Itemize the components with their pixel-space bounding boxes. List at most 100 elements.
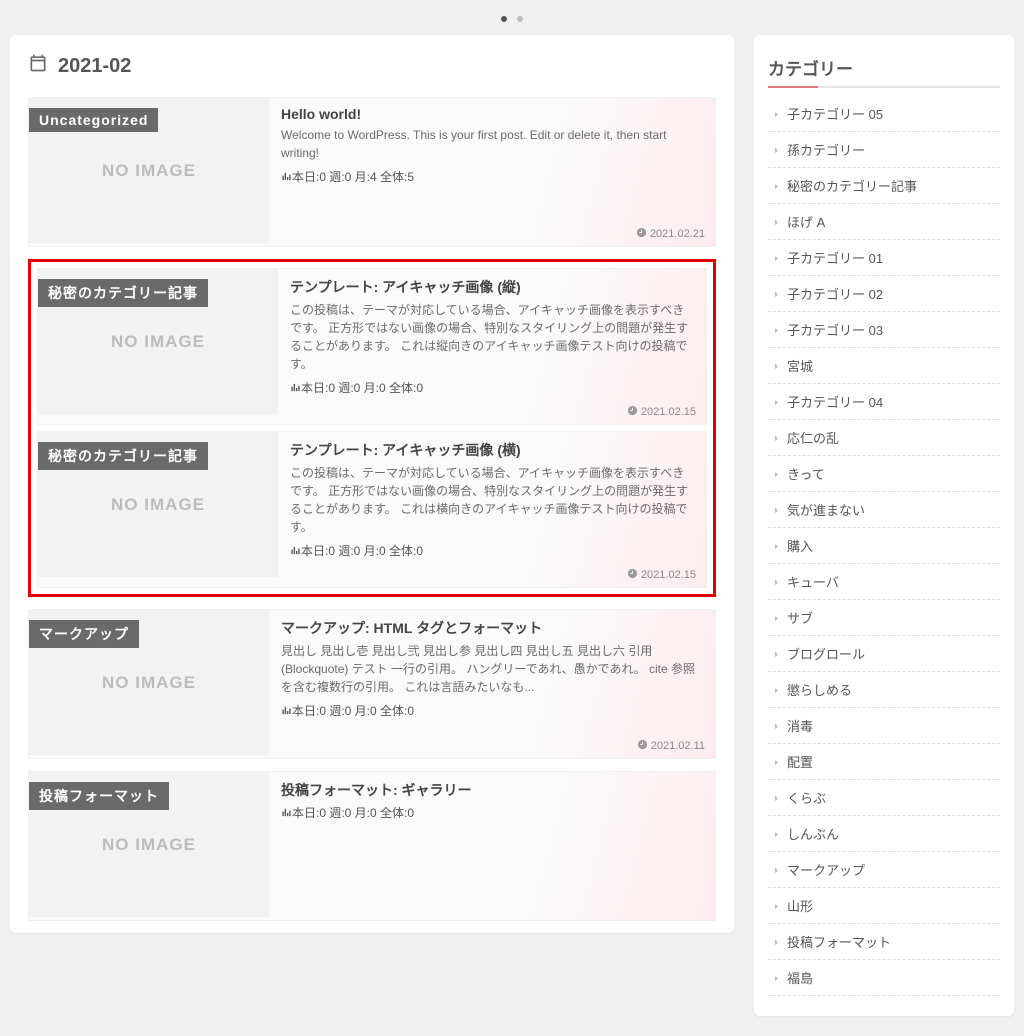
post-body: 投稿フォーマット: ギャラリー本日:0 週:0 月:0 全体:0	[269, 772, 715, 920]
post-title[interactable]: マークアップ: HTML タグとフォーマット	[281, 618, 703, 638]
category-label: 気が進まない	[787, 503, 865, 518]
chevron-right-icon	[772, 218, 781, 230]
post-title[interactable]: Hello world!	[281, 106, 703, 122]
post-card[interactable]: NO IMAGE秘密のカテゴリー記事テンプレート: アイキャッチ画像 (縦) この…	[37, 268, 707, 425]
category-item[interactable]: ブログロール	[768, 636, 1000, 672]
category-item[interactable]: 孫カテゴリー	[768, 132, 1000, 168]
post-excerpt: この投稿は、テーマが対応している場合、アイキャッチ画像を表示すべきです。 正方形…	[290, 464, 694, 536]
category-label: 秘密のカテゴリー記事	[787, 179, 917, 194]
category-item[interactable]: 投稿フォーマット	[768, 924, 1000, 960]
chevron-right-icon	[772, 110, 781, 122]
chevron-right-icon	[772, 722, 781, 734]
category-label: 子カテゴリー 04	[787, 395, 883, 410]
post-title[interactable]: テンプレート: アイキャッチ画像 (縦)	[290, 277, 694, 297]
category-label: きって	[787, 467, 825, 482]
category-badge[interactable]: 秘密のカテゴリー記事	[38, 279, 208, 307]
category-item[interactable]: 気が進まない	[768, 492, 1000, 528]
category-label: 子カテゴリー 02	[787, 287, 883, 302]
sidebar-title: カテゴリー	[768, 55, 1000, 88]
category-item[interactable]: 子カテゴリー 03	[768, 312, 1000, 348]
chevron-right-icon	[772, 290, 781, 302]
category-label: 投稿フォーマット	[787, 935, 891, 950]
category-item[interactable]: しんぶん	[768, 816, 1000, 852]
chevron-right-icon	[772, 146, 781, 158]
chart-bar-icon	[290, 544, 301, 558]
highlighted-posts: NO IMAGE秘密のカテゴリー記事テンプレート: アイキャッチ画像 (縦) この…	[28, 259, 716, 597]
category-item[interactable]: くらぶ	[768, 780, 1000, 816]
chevron-right-icon	[772, 506, 781, 518]
category-label: 購入	[787, 539, 813, 554]
category-item[interactable]: 購入	[768, 528, 1000, 564]
category-item[interactable]: 子カテゴリー 01	[768, 240, 1000, 276]
post-stats-text: 本日:0 週:0 月:0 全体:0	[292, 704, 414, 718]
carousel-dots[interactable]	[10, 0, 1014, 35]
dot[interactable]	[517, 16, 523, 22]
post-date-text: 2021.02.21	[650, 228, 705, 240]
category-item[interactable]: 秘密のカテゴリー記事	[768, 168, 1000, 204]
category-item[interactable]: きって	[768, 456, 1000, 492]
post-excerpt: この投稿は、テーマが対応している場合、アイキャッチ画像を表示すべきです。 正方形…	[290, 301, 694, 373]
post-card[interactable]: NO IMAGE秘密のカテゴリー記事テンプレート: アイキャッチ画像 (横)この…	[37, 431, 707, 588]
category-label: 消毒	[787, 719, 813, 734]
category-label: 応仁の乱	[787, 431, 839, 446]
category-label: 懲らしめる	[787, 683, 852, 698]
post-stats: 本日:0 週:0 月:0 全体:0	[290, 542, 694, 559]
chart-bar-icon	[290, 381, 301, 395]
category-item[interactable]: 応仁の乱	[768, 420, 1000, 456]
category-item[interactable]: 消毒	[768, 708, 1000, 744]
category-label: 福島	[787, 971, 813, 986]
chevron-right-icon	[772, 398, 781, 410]
category-label: 配置	[787, 755, 813, 770]
post-stats-text: 本日:0 週:0 月:0 全体:0	[301, 544, 423, 558]
post-card[interactable]: NO IMAGE投稿フォーマット投稿フォーマット: ギャラリー本日:0 週:0 …	[28, 771, 716, 921]
category-item[interactable]: キューバ	[768, 564, 1000, 600]
category-item[interactable]: ほげ A	[768, 204, 1000, 240]
post-body: テンプレート: アイキャッチ画像 (横) この投稿は、テーマが対応している場合、ア…	[278, 432, 706, 587]
archive-title: 2021-02	[28, 53, 716, 79]
post-stats: 本日:0 週:0 月:4 全体:5	[281, 168, 703, 185]
chevron-right-icon	[772, 542, 781, 554]
post-title[interactable]: 投稿フォーマット: ギャラリー	[281, 780, 703, 800]
post-stats-text: 本日:0 週:0 月:4 全体:5	[292, 170, 414, 184]
category-label: サブ	[787, 611, 813, 626]
category-list: 子カテゴリー 05孫カテゴリー秘密のカテゴリー記事ほげ A 子カテゴリー 01 子カ…	[768, 96, 1000, 996]
post-date: 2021.02.15	[627, 568, 696, 581]
category-label: キューバ	[787, 575, 839, 590]
post-date-text: 2021.02.15	[641, 406, 696, 418]
category-badge[interactable]: 秘密のカテゴリー記事	[38, 442, 208, 470]
post-card[interactable]: NO IMAGEマークアップマークアップ: HTML タグとフォーマット見出し …	[28, 609, 716, 759]
category-badge[interactable]: 投稿フォーマット	[29, 782, 169, 810]
dot-active[interactable]	[501, 16, 507, 22]
post-date-text: 2021.02.15	[641, 569, 696, 581]
chart-bar-icon	[281, 704, 292, 718]
category-item[interactable]: 子カテゴリー 05	[768, 96, 1000, 132]
category-label: ブログロール	[787, 647, 865, 662]
post-stats: 本日:0 週:0 月:0 全体:0	[281, 702, 703, 719]
category-badge[interactable]: Uncategorized	[29, 108, 158, 132]
chevron-right-icon	[772, 974, 781, 986]
chevron-right-icon	[772, 254, 781, 266]
post-date: 2021.02.15	[627, 405, 696, 418]
category-item[interactable]: 子カテゴリー 04	[768, 384, 1000, 420]
post-date: 2021.02.21	[636, 227, 705, 240]
post-thumbnail: NO IMAGE秘密のカテゴリー記事	[38, 269, 278, 414]
category-item[interactable]: 子カテゴリー 02	[768, 276, 1000, 312]
category-item[interactable]: 懲らしめる	[768, 672, 1000, 708]
category-label: ほげ A	[787, 215, 825, 230]
post-stats-text: 本日:0 週:0 月:0 全体:0	[301, 381, 423, 395]
post-card[interactable]: NO IMAGEUncategorizedHello world!Welcome…	[28, 97, 716, 247]
category-item[interactable]: 宮城	[768, 348, 1000, 384]
category-item[interactable]: マークアップ	[768, 852, 1000, 888]
post-title[interactable]: テンプレート: アイキャッチ画像 (横)	[290, 440, 694, 460]
category-badge[interactable]: マークアップ	[29, 620, 139, 648]
category-label: 子カテゴリー 01	[787, 251, 883, 266]
main-content: 2021-02 NO IMAGEUncategorized Hello world…	[10, 35, 734, 933]
post-stats: 本日:0 週:0 月:0 全体:0	[281, 804, 703, 821]
category-item[interactable]: 福島	[768, 960, 1000, 996]
category-item[interactable]: サブ	[768, 600, 1000, 636]
post-thumbnail: NO IMAGEUncategorized	[29, 98, 269, 243]
chevron-right-icon	[772, 362, 781, 374]
chart-bar-icon	[281, 170, 292, 184]
category-item[interactable]: 山形	[768, 888, 1000, 924]
category-item[interactable]: 配置	[768, 744, 1000, 780]
